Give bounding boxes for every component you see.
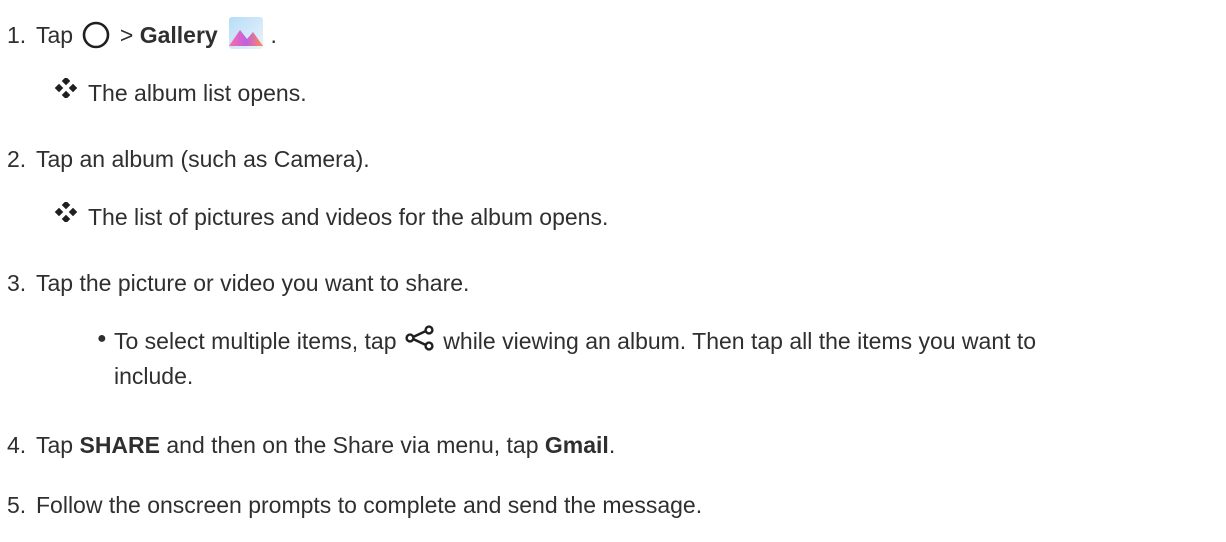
diamond-bullet-icon (54, 202, 78, 222)
step-4-text: Tap SHARE and then on the Share via menu… (36, 432, 616, 458)
share-icon (405, 325, 434, 351)
diamond-bullet-icon (54, 78, 78, 98)
step-number: 3. (7, 270, 27, 296)
step-1-text: Tap > Gallery . (36, 16, 277, 50)
result-text: The album list opens. (88, 80, 307, 106)
bullet-dot: ● (97, 330, 107, 347)
home-circle-icon (83, 21, 110, 49)
step-number: 5. (7, 492, 27, 518)
result-text: The list of pictures and videos for the … (88, 204, 609, 230)
bullet-text: To select multiple items, tap while view… (114, 324, 1214, 394)
step-2-text: Tap an album (such as Camera). (36, 146, 370, 172)
instructions-page: { "steps": [ { "number": "1.", "tap": "T… (0, 0, 1226, 542)
step-number: 4. (7, 432, 27, 458)
step-3-text: Tap the picture or video you want to sha… (36, 270, 470, 296)
step-5-text: Follow the onscreen prompts to complete … (36, 492, 703, 518)
gallery-app-icon (229, 16, 264, 49)
step-number: 2. (7, 146, 27, 172)
step-number: 1. (7, 22, 27, 48)
